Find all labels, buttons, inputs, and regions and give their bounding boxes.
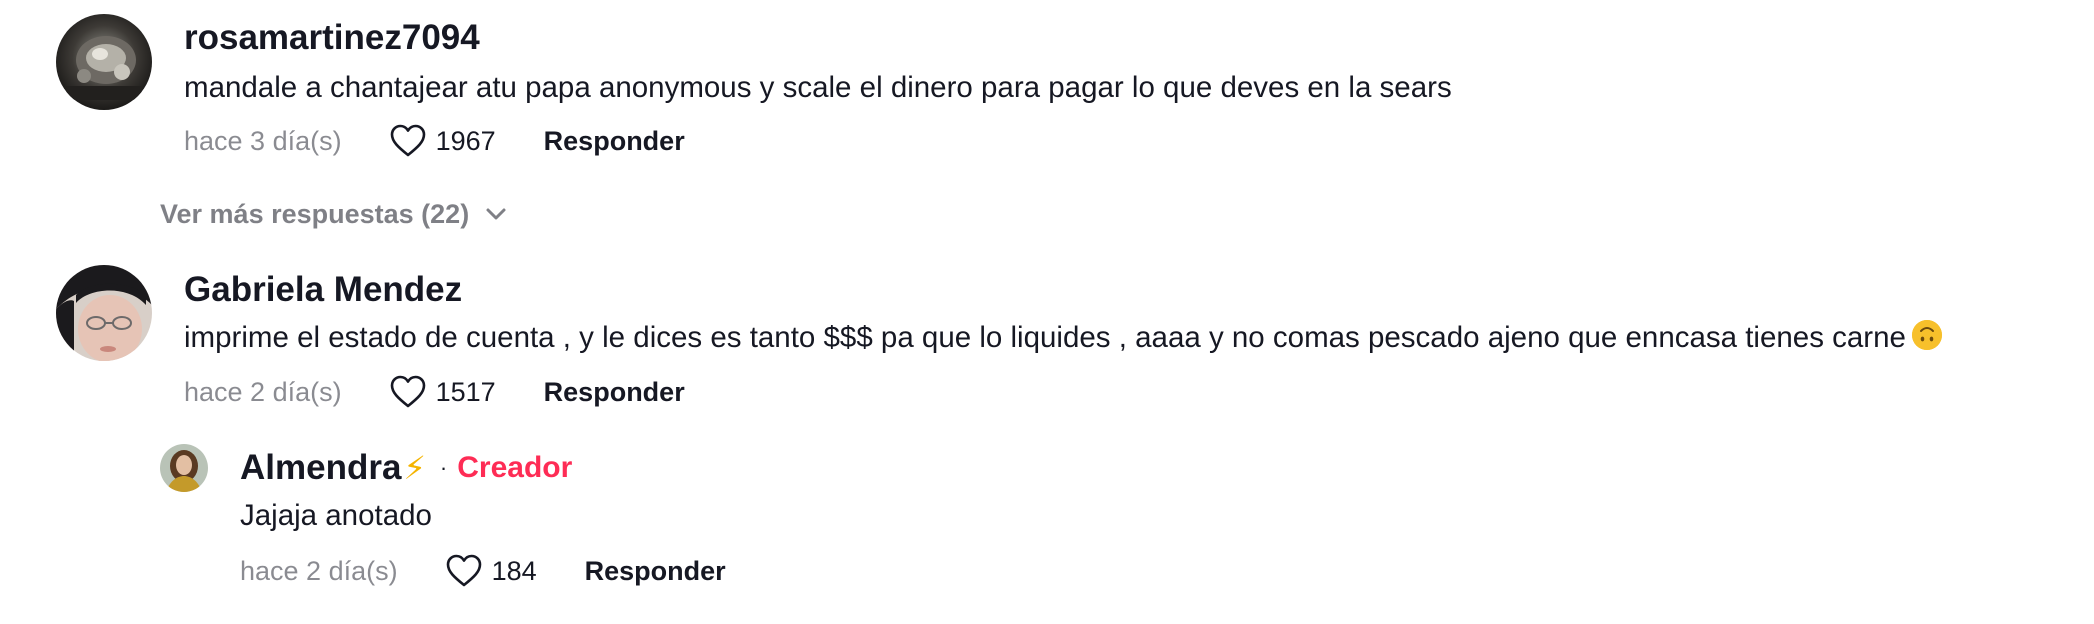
comment-text: imprime el estado de cuenta , y le dices… bbox=[184, 320, 1942, 356]
heart-outline-icon bbox=[390, 375, 425, 408]
reply-meta: hace 2 día(s) 184 Responder bbox=[240, 551, 726, 591]
view-more-replies-label: Ver más respuestas (22) bbox=[160, 198, 470, 229]
comment-text: mandale a chantajear atu papa anonymous … bbox=[184, 71, 1452, 104]
like-count: 1517 bbox=[435, 376, 496, 407]
view-more-replies-button[interactable]: Ver más respuestas (22) bbox=[160, 194, 507, 234]
creator-badge: Creador bbox=[457, 451, 573, 484]
avatar-image bbox=[56, 265, 152, 361]
like-button[interactable]: 1517 bbox=[390, 375, 496, 409]
reply-button[interactable]: Responder bbox=[585, 556, 726, 587]
avatar-image bbox=[160, 444, 208, 492]
reply-text: Jajaja anotado bbox=[240, 499, 432, 532]
like-button[interactable]: 184 bbox=[446, 554, 537, 588]
avatar[interactable] bbox=[56, 265, 152, 361]
heart-outline-icon bbox=[446, 554, 481, 587]
avatar[interactable] bbox=[56, 14, 152, 110]
separator-dot: · bbox=[439, 455, 448, 480]
reply-name-row: Almendra ⚡ · Creador bbox=[240, 448, 572, 488]
reply-button[interactable]: Responder bbox=[544, 377, 685, 408]
heart-outline-icon bbox=[390, 124, 425, 157]
like-button[interactable]: 1967 bbox=[390, 124, 496, 158]
comment-username[interactable]: rosamartinez7094 bbox=[184, 18, 480, 58]
avatar[interactable] bbox=[160, 444, 208, 492]
comment-username[interactable]: Gabriela Mendez bbox=[184, 270, 462, 310]
comment-time: hace 3 día(s) bbox=[184, 125, 342, 156]
comment-meta: hace 3 día(s) 1967 Responder bbox=[184, 121, 685, 161]
reply-button[interactable]: Responder bbox=[544, 126, 685, 157]
like-count: 184 bbox=[491, 555, 537, 586]
comment-time: hace 2 día(s) bbox=[184, 376, 342, 407]
reply-time: hace 2 día(s) bbox=[240, 555, 398, 586]
like-count: 1967 bbox=[435, 125, 496, 156]
chevron-down-icon bbox=[486, 208, 506, 220]
reply-username[interactable]: Almendra bbox=[240, 448, 401, 488]
avatar-image bbox=[56, 14, 152, 110]
bolt-icon: ⚡ bbox=[403, 450, 426, 486]
comment-text-content: imprime el estado de cuenta , y le dices… bbox=[184, 321, 1906, 354]
upside-down-face-emoji-icon bbox=[1911, 320, 1942, 350]
comment-meta: hace 2 día(s) 1517 Responder bbox=[184, 372, 685, 412]
